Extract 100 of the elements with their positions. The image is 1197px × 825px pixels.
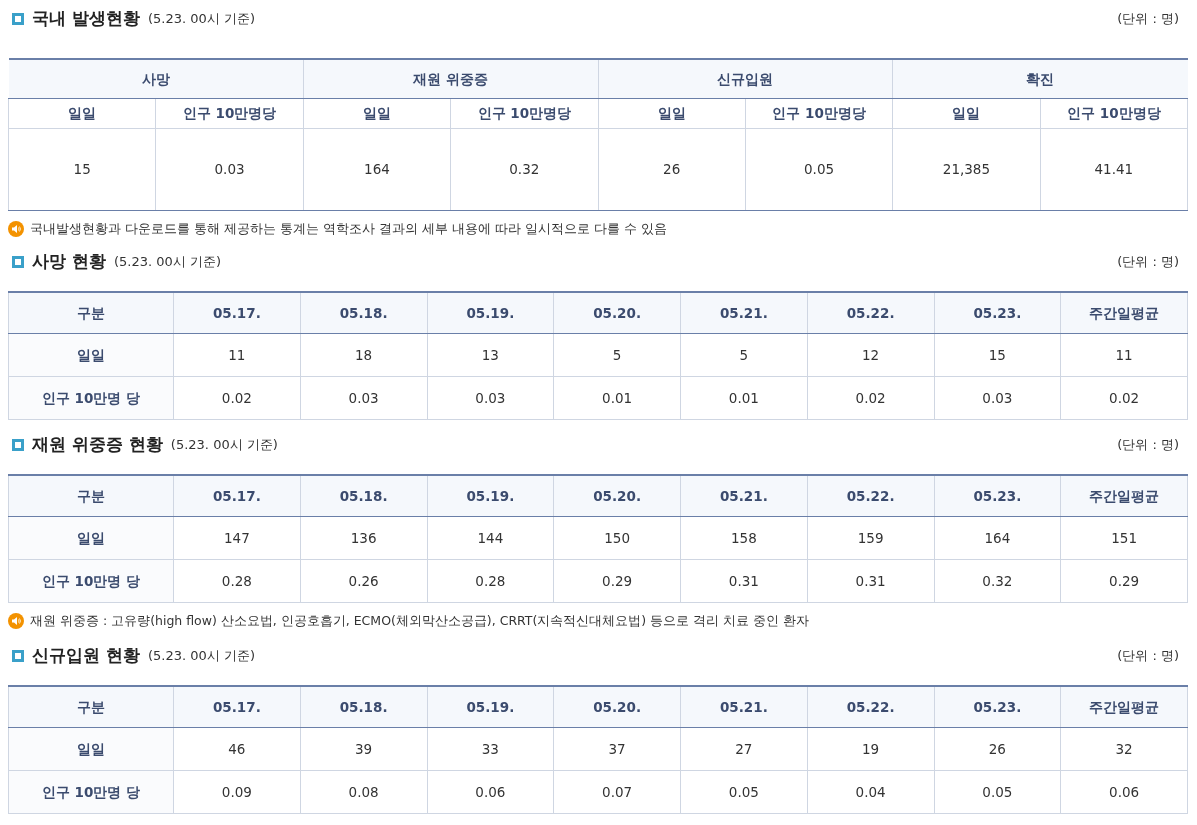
table-cell: 21,385 (892, 128, 1041, 211)
table-cell: 0.31 (807, 559, 934, 603)
table-cell: 39 (300, 727, 427, 771)
column-header: 인구 10만명당 (450, 98, 598, 129)
table-cell: 0.29 (1060, 559, 1188, 603)
square-bullet-icon (12, 649, 24, 662)
table-cell: 164 (934, 516, 1061, 560)
table-cell: 0.03 (427, 376, 554, 420)
table-cell: 0.07 (553, 770, 681, 814)
square-bullet-icon (12, 12, 24, 25)
section-title: 사망 현황 (32, 250, 106, 273)
column-header: 05.20. (553, 474, 681, 517)
column-header: 05.22. (807, 474, 934, 517)
column-header: 주간일평균 (1060, 474, 1188, 517)
column-header: 05.20. (553, 685, 681, 728)
column-header: 인구 10만명당 (155, 98, 304, 129)
table-cell: 37 (553, 727, 681, 771)
column-header: 05.19. (427, 474, 554, 517)
speaker-icon (8, 613, 24, 629)
table-cell: 0.03 (155, 128, 304, 211)
table-cell: 0.02 (807, 376, 934, 420)
group-header: 신규입원 (598, 58, 893, 99)
section-title: 신규입원 현황 (32, 644, 140, 667)
unit-label: (단위 : 명) (1117, 647, 1179, 665)
square-bullet-icon (12, 255, 24, 268)
table-cell: 5 (680, 333, 808, 377)
table-cell: 19 (807, 727, 934, 771)
table-cell: 26 (598, 128, 746, 211)
table-cell: 0.06 (427, 770, 554, 814)
column-header: 05.23. (934, 474, 1061, 517)
group-header: 확진 (892, 58, 1188, 99)
table-cell: 26 (934, 727, 1061, 771)
table-cell: 15 (934, 333, 1061, 377)
table-cell: 0.05 (680, 770, 808, 814)
table-cell: 0.01 (553, 376, 681, 420)
column-header: 일일 (8, 98, 156, 129)
table-cell: 147 (173, 516, 301, 560)
column-header: 05.18. (300, 685, 427, 728)
table-cell: 136 (300, 516, 427, 560)
row-header: 일일 (8, 516, 174, 560)
table-cell: 0.32 (934, 559, 1061, 603)
column-header: 주간일평균 (1060, 291, 1188, 334)
column-header: 05.17. (173, 291, 301, 334)
table-cell: 0.03 (934, 376, 1061, 420)
table-cell: 0.28 (427, 559, 554, 603)
section-date: (5.23. 00시 기준) (113, 253, 221, 271)
column-header: 05.19. (427, 685, 554, 728)
column-header: 05.21. (680, 474, 808, 517)
table-cell: 144 (427, 516, 554, 560)
column-header: 05.21. (680, 685, 808, 728)
column-header: 구분 (8, 685, 174, 728)
column-header: 주간일평균 (1060, 685, 1188, 728)
row-header: 인구 10만명 당 (8, 376, 174, 420)
table-cell: 158 (680, 516, 808, 560)
table-cell: 0.02 (173, 376, 301, 420)
column-header: 일일 (303, 98, 451, 129)
table-cell: 0.05 (745, 128, 893, 211)
table-cell: 0.08 (300, 770, 427, 814)
unit-label: (단위 : 명) (1117, 436, 1179, 454)
column-header: 05.21. (680, 291, 808, 334)
table-cell: 151 (1060, 516, 1188, 560)
table-cell: 15 (8, 128, 156, 211)
column-header: 인구 10만명당 (745, 98, 893, 129)
column-header: 인구 10만명당 (1040, 98, 1188, 129)
row-header: 인구 10만명 당 (8, 770, 174, 814)
column-header: 05.23. (934, 291, 1061, 334)
column-header: 일일 (892, 98, 1041, 129)
speaker-icon (8, 221, 24, 237)
unit-label: (단위 : 명) (1117, 253, 1179, 271)
group-header: 재원 위중증 (303, 58, 598, 99)
column-header: 05.23. (934, 685, 1061, 728)
table-cell: 0.06 (1060, 770, 1188, 814)
column-header: 구분 (8, 474, 174, 517)
row-header: 인구 10만명 당 (8, 559, 174, 603)
column-header: 05.22. (807, 291, 934, 334)
column-header: 05.18. (300, 291, 427, 334)
section-title: 국내 발생현황 (32, 7, 140, 30)
table-cell: 0.26 (300, 559, 427, 603)
table-cell: 32 (1060, 727, 1188, 771)
table-cell: 150 (553, 516, 681, 560)
table-cell: 0.03 (300, 376, 427, 420)
table-cell: 0.29 (553, 559, 681, 603)
row-header: 일일 (8, 727, 174, 771)
column-header: 05.17. (173, 474, 301, 517)
square-bullet-icon (12, 438, 24, 451)
column-header: 구분 (8, 291, 174, 334)
table-cell: 0.31 (680, 559, 808, 603)
row-header: 일일 (8, 333, 174, 377)
column-header: 05.19. (427, 291, 554, 334)
table-cell: 0.09 (173, 770, 301, 814)
table-cell: 11 (1060, 333, 1188, 377)
section-date: (5.23. 00시 기준) (147, 10, 255, 28)
note-text: 재원 위중증 : 고유량(high flow) 산소요법, 인공호흡기, ECMO(체외막산소공급), CRRT(지속적신대체요법) 등으로 격리 치료 중인 환자 (30, 611, 810, 630)
section-date: (5.23. 00시 기준) (147, 647, 255, 665)
table-cell: 0.01 (680, 376, 808, 420)
column-header: 05.17. (173, 685, 301, 728)
table-cell: 13 (427, 333, 554, 377)
table-cell: 11 (173, 333, 301, 377)
column-header: 05.20. (553, 291, 681, 334)
table-cell: 0.28 (173, 559, 301, 603)
